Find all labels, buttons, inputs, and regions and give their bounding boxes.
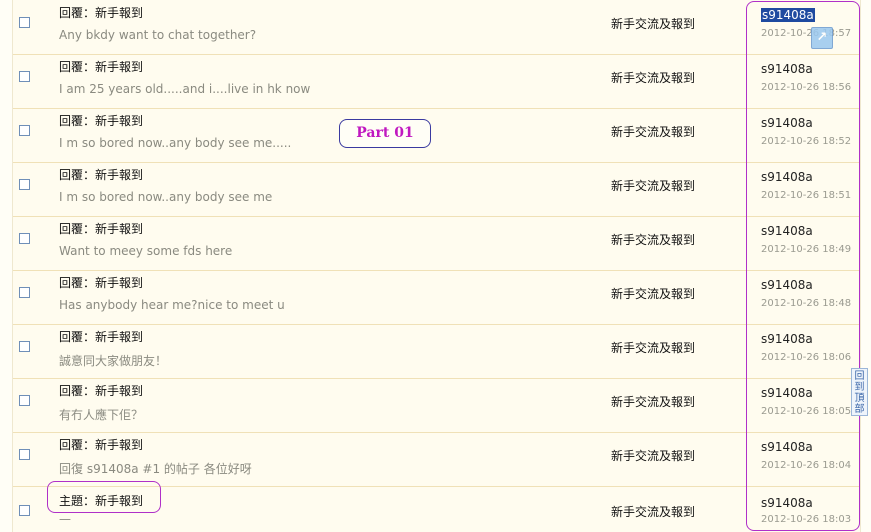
post-title[interactable]: 回覆：新手報到 — [59, 166, 143, 183]
annotation-label: Part 01 — [339, 119, 431, 148]
post-snippet[interactable]: Any bkdy want to chat together? — [59, 28, 256, 42]
select-checkbox[interactable] — [19, 125, 30, 136]
list-item: 回覆：新手報到 I am 25 years old.....and i....l… — [13, 54, 860, 109]
post-title[interactable]: 回覆：新手報到 — [59, 382, 143, 399]
list-item: 回覆：新手報到 誠意同大家做朋友！ 新手交流及報到 s91408a 2012-1… — [13, 324, 860, 379]
post-snippet[interactable]: I m so bored now..any body see me..... — [59, 136, 291, 150]
post-title[interactable]: 回覆：新手報到 — [59, 4, 143, 21]
select-checkbox[interactable] — [19, 505, 30, 516]
post-title[interactable]: 回覆：新手報到 — [59, 436, 143, 453]
list-item: 回覆：新手報到 Any bkdy want to chat together? … — [13, 0, 860, 55]
forum-name[interactable]: 新手交流及報到 — [611, 339, 695, 356]
forum-name[interactable]: 新手交流及報到 — [611, 69, 695, 86]
post-snippet[interactable]: Want to meey some fds here — [59, 244, 232, 258]
forum-name[interactable]: 新手交流及報到 — [611, 393, 695, 410]
post-snippet[interactable]: Has anybody hear me?nice to meet u — [59, 298, 285, 312]
post-snippet[interactable]: 有冇人應下佢？ — [59, 406, 143, 423]
post-snippet: — — [59, 512, 71, 526]
post-snippet[interactable]: I m so bored now..any body see me — [59, 190, 272, 204]
external-link-icon[interactable]: ↗ — [811, 27, 833, 49]
forum-name[interactable]: 新手交流及報到 — [611, 285, 695, 302]
post-title[interactable]: 回覆：新手報到 — [59, 274, 143, 291]
select-checkbox[interactable] — [19, 341, 30, 352]
select-checkbox[interactable] — [19, 233, 30, 244]
list-item: 回覆：新手報到 Want to meey some fds here 新手交流及… — [13, 216, 860, 271]
select-checkbox[interactable] — [19, 395, 30, 406]
post-title[interactable]: 回覆：新手報到 — [59, 220, 143, 237]
forum-name[interactable]: 新手交流及報到 — [611, 231, 695, 248]
post-title[interactable]: 回覆：新手報到 — [59, 58, 143, 75]
list-item: 回覆：新手報到 I m so bored now..any body see m… — [13, 162, 860, 217]
forum-name[interactable]: 新手交流及報到 — [611, 15, 695, 32]
list-item: 回覆：新手報到 回復 s91408a #1 的帖子 各位好呀 新手交流及報到 s… — [13, 432, 860, 487]
forum-name[interactable]: 新手交流及報到 — [611, 503, 695, 520]
topic-title-highlight — [47, 481, 161, 513]
author-column-highlight — [746, 1, 860, 531]
post-snippet[interactable]: 回復 s91408a #1 的帖子 各位好呀 — [59, 460, 252, 477]
select-checkbox[interactable] — [19, 287, 30, 298]
select-checkbox[interactable] — [19, 179, 30, 190]
post-title[interactable]: 回覆：新手報到 — [59, 328, 143, 345]
post-title[interactable]: 回覆：新手報到 — [59, 112, 143, 129]
list-item: 回覆：新手報到 Has anybody hear me?nice to meet… — [13, 270, 860, 325]
post-list: 回覆：新手報到 Any bkdy want to chat together? … — [12, 0, 861, 532]
list-item: 回覆：新手報到 I m so bored now..any body see m… — [13, 108, 860, 163]
back-to-top-button[interactable]: 回到頂部 — [851, 368, 868, 416]
forum-name[interactable]: 新手交流及報到 — [611, 177, 695, 194]
forum-name[interactable]: 新手交流及報到 — [611, 123, 695, 140]
select-checkbox[interactable] — [19, 449, 30, 460]
forum-name[interactable]: 新手交流及報到 — [611, 447, 695, 464]
post-snippet[interactable]: 誠意同大家做朋友！ — [59, 352, 167, 369]
select-checkbox[interactable] — [19, 17, 30, 28]
list-item: 回覆：新手報到 有冇人應下佢？ 新手交流及報到 s91408a 2012-10-… — [13, 378, 860, 433]
post-snippet[interactable]: I am 25 years old.....and i....live in h… — [59, 82, 310, 96]
select-checkbox[interactable] — [19, 71, 30, 82]
